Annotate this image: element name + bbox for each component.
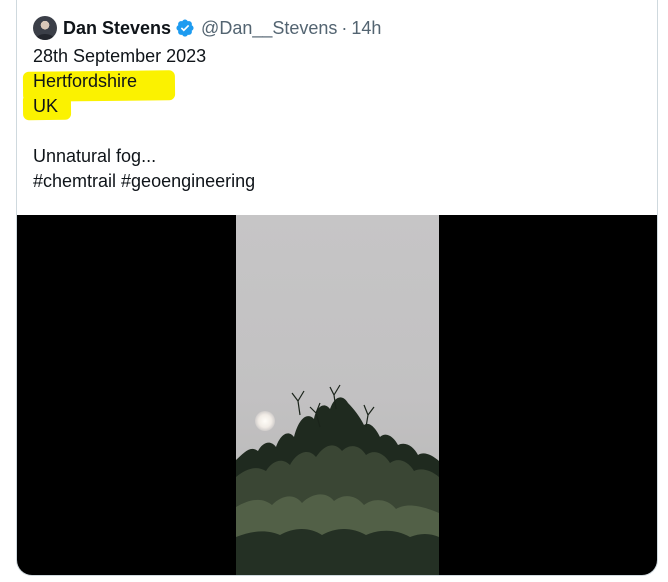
trees-silhouette — [236, 384, 439, 575]
tweet-line-hashtags[interactable]: #chemtrail #geoengineering — [33, 169, 643, 194]
avatar[interactable] — [33, 16, 57, 40]
tweet-line-date: 28th September 2023 — [33, 46, 207, 66]
author-handle[interactable]: @Dan__Stevens — [201, 18, 337, 39]
video-thumbnail[interactable] — [236, 215, 439, 575]
tweet-text: 28th September 2023 Hertfordshire UK Unn… — [22, 44, 643, 194]
author-name[interactable]: Dan Stevens — [63, 18, 171, 39]
separator-dot: · — [341, 17, 348, 38]
tweet-line-country-wrap: UK — [22, 93, 643, 121]
tweet-card[interactable]: Dan Stevens @Dan__Stevens · 14h 28th Sep… — [16, 0, 658, 576]
tweet-line-text: Unnatural fog... — [33, 146, 157, 166]
tweet-line-county-wrap: Hertfordshire — [22, 69, 643, 102]
tweet-line-country: UK — [33, 96, 59, 116]
verified-badge-icon — [176, 19, 194, 37]
tweet-media[interactable] — [17, 215, 657, 575]
tweet-header: Dan Stevens @Dan__Stevens · 14h — [33, 16, 381, 40]
tweet-timestamp[interactable]: 14h — [351, 18, 381, 39]
tweet-line-county: Hertfordshire — [33, 71, 138, 91]
